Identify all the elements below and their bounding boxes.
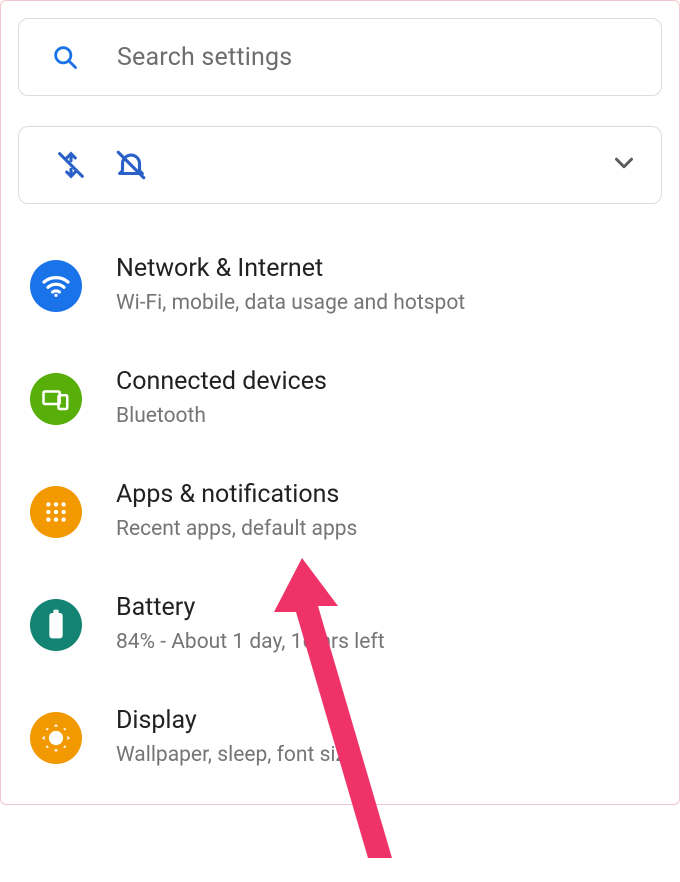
setting-title: Connected devices [116, 367, 327, 396]
setting-row-connected[interactable]: Connected devices Bluetooth [30, 363, 662, 476]
search-icon [51, 43, 79, 71]
setting-subtitle: Wi-Fi, mobile, data usage and hotspot [116, 291, 465, 315]
setting-title: Network & Internet [116, 254, 465, 283]
setting-row-battery[interactable]: Battery 84% - About 1 day, 16 hrs left [30, 589, 662, 702]
wifi-icon [30, 260, 82, 312]
setting-row-apps[interactable]: Apps & notifications Recent apps, defaul… [30, 476, 662, 589]
setting-row-network[interactable]: Network & Internet Wi-Fi, mobile, data u… [30, 250, 662, 363]
setting-title: Apps & notifications [116, 480, 357, 509]
setting-subtitle: Recent apps, default apps [116, 517, 357, 541]
bell-off-icon [101, 148, 161, 182]
settings-list: Network & Internet Wi-Fi, mobile, data u… [18, 250, 662, 787]
apps-grid-icon [30, 486, 82, 538]
battery-icon [30, 599, 82, 651]
devices-icon [30, 373, 82, 425]
setting-subtitle: Bluetooth [116, 404, 327, 428]
setting-row-display[interactable]: Display Wallpaper, sleep, font size [30, 702, 662, 787]
setting-subtitle: 84% - About 1 day, 16 hrs left [116, 630, 385, 654]
setting-title: Display [116, 706, 357, 735]
setting-subtitle: Wallpaper, sleep, font size [116, 743, 357, 767]
quick-toggles-bar[interactable] [18, 126, 662, 204]
chevron-down-icon[interactable] [609, 148, 639, 182]
search-bar[interactable]: Search settings [18, 18, 662, 96]
setting-title: Battery [116, 593, 385, 622]
search-placeholder: Search settings [117, 43, 292, 72]
data-off-icon [41, 148, 101, 182]
brightness-icon [30, 712, 82, 764]
